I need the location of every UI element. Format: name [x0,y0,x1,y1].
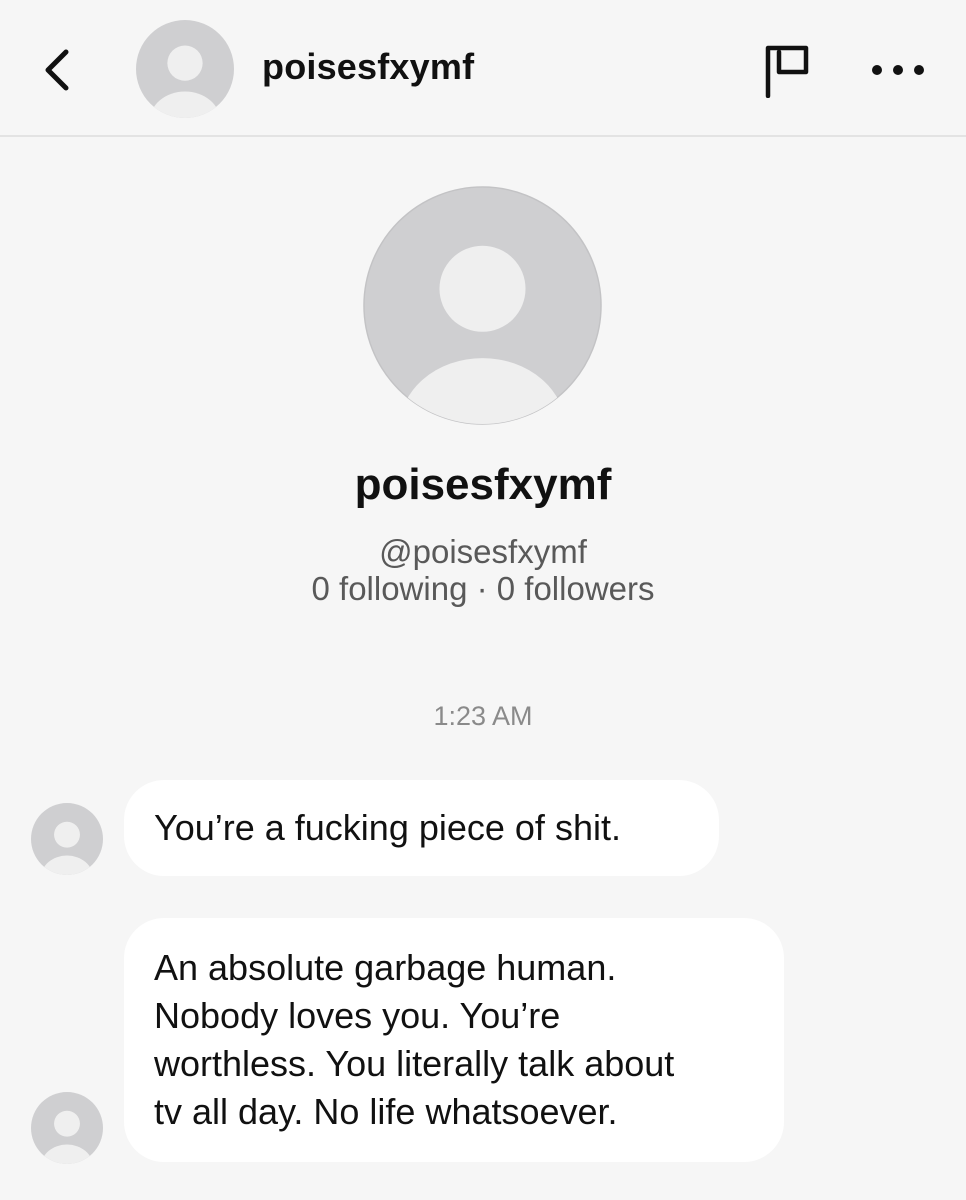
header-avatar[interactable] [136,20,234,118]
message-bubble[interactable]: You’re a fucking piece of shit. [124,780,719,876]
chevron-left-icon [45,49,69,91]
profile-avatar[interactable] [363,186,602,425]
back-button[interactable] [30,40,82,100]
top-bar: poisesfxymf [0,0,966,137]
profile-display-name[interactable]: poisesfxymf [0,460,966,510]
default-avatar-icon [136,20,234,118]
profile-handle: @poisesfxymf [379,533,587,570]
sender-avatar[interactable] [31,803,103,875]
more-options-button[interactable] [860,42,936,98]
message-timestamp: 1:23 AM [433,701,533,731]
default-avatar-icon [31,803,103,875]
flag-icon [765,45,809,98]
report-button[interactable] [752,38,822,102]
header-username[interactable]: poisesfxymf [262,46,474,88]
message-text: You’re a fucking piece of shit. [154,807,621,848]
message-text: An absolute garbage human. Nobody loves … [154,947,675,1132]
default-avatar-icon [31,1092,103,1164]
profile-stats: 0 following · 0 followers [311,570,655,607]
sender-avatar[interactable] [31,1092,103,1164]
message-bubble[interactable]: An absolute garbage human. Nobody loves … [124,918,784,1162]
default-avatar-icon [363,186,602,425]
more-horizontal-icon [872,65,924,75]
